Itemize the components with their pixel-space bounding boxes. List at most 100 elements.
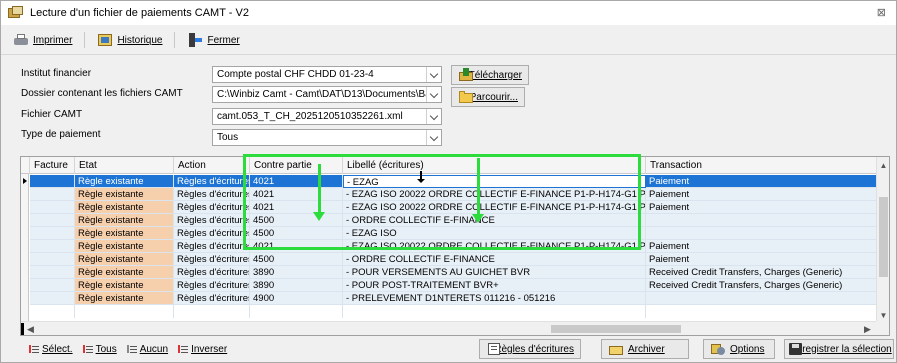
institution-select[interactable]: Compte postal CHF CHDD 01-23-4	[212, 66, 442, 83]
vertical-scroll-thumb[interactable]	[879, 197, 888, 277]
cell-transaction[interactable]: Paiement	[646, 240, 878, 253]
close-label: Fermer	[207, 34, 240, 46]
history-button[interactable]: Historique	[91, 31, 168, 49]
row-selector[interactable]	[22, 227, 28, 240]
row-selector[interactable]	[22, 214, 28, 227]
header-action[interactable]: Action	[174, 157, 250, 174]
cell-transaction[interactable]: Paiement	[646, 201, 878, 214]
save-selection-button[interactable]: Enregistrer la sélection	[784, 339, 894, 359]
table-row[interactable]: Règle existante Règles d'écritures 4500- O…	[21, 253, 878, 266]
scroll-left-icon[interactable]: ◀	[24, 322, 37, 335]
history-icon	[97, 33, 113, 47]
cell-libelle[interactable]: - ORDRE COLLECTIF E-FINANCE	[343, 253, 646, 266]
cell-action[interactable]: Règles d'écritures	[174, 253, 250, 266]
cell-facture[interactable]	[30, 292, 75, 305]
select-none-button[interactable]: Aucun	[126, 344, 168, 355]
cell-libelle[interactable]: - PRELEVEMENT D1NTERETS 011216 - 051216	[343, 292, 646, 305]
row-selector[interactable]	[22, 188, 28, 201]
cell-action[interactable]: Règles d'écritures	[174, 292, 250, 305]
cell-facture[interactable]	[30, 266, 75, 279]
cell-contre-partie[interactable]: 3890	[250, 266, 343, 279]
print-button[interactable]: Imprimer	[7, 31, 78, 49]
cell-transaction[interactable]: Received Credit Transfers, Charges (Gene…	[646, 266, 878, 279]
header-etat[interactable]: Etat	[75, 157, 174, 174]
cell-action[interactable]: Règles d'écritures	[174, 240, 250, 253]
cell-facture[interactable]	[30, 214, 75, 227]
row-selector[interactable]	[22, 292, 28, 305]
cell-action[interactable]: Règles d'écritures	[174, 214, 250, 227]
cell-facture[interactable]	[30, 240, 75, 253]
cell-action[interactable]: Règles d'écritures	[174, 201, 250, 214]
header-transaction[interactable]: Transaction	[646, 157, 878, 174]
chevron-down-icon[interactable]	[426, 130, 441, 145]
table-row[interactable]: Règle existante Règles d'écritures 3890- P…	[21, 279, 878, 292]
chevron-down-icon[interactable]	[426, 67, 441, 82]
file-select[interactable]: camt.053_T_CH_2025120510352261.xml	[212, 108, 442, 125]
cell-contre-partie[interactable]: 3890	[250, 279, 343, 292]
cell-transaction[interactable]: Paiement	[646, 175, 878, 188]
cell-facture[interactable]	[30, 253, 75, 266]
cell-action[interactable]: Règles d'écritures	[174, 227, 250, 240]
cell-facture[interactable]	[30, 188, 75, 201]
cell-facture[interactable]	[30, 227, 75, 240]
cell-facture[interactable]	[30, 201, 75, 214]
cell-facture[interactable]	[30, 175, 75, 188]
cell-action[interactable]: Règles d'écritures	[174, 266, 250, 279]
cell-transaction[interactable]	[646, 292, 878, 305]
close-button[interactable]: Fermer	[181, 31, 245, 49]
cell-etat[interactable]: Règle existante	[75, 201, 174, 214]
rules-button[interactable]: Règles d'écritures	[479, 339, 581, 359]
cell-etat[interactable]: Règle existante	[75, 175, 174, 188]
chevron-down-icon[interactable]	[426, 109, 441, 124]
row-selector[interactable]	[22, 253, 28, 266]
cell-contre-partie[interactable]: 4900	[250, 292, 343, 305]
cell-etat[interactable]: Règle existante	[75, 214, 174, 227]
cell-libelle[interactable]: - POUR VERSEMENTS AU GUICHET BVR	[343, 266, 646, 279]
payment-type-select[interactable]: Tous	[212, 129, 442, 146]
horizontal-scrollbar[interactable]: ◀ ▶	[21, 321, 878, 335]
cell-transaction[interactable]	[646, 227, 878, 240]
select-button[interactable]: Sélect.	[29, 344, 73, 355]
vertical-scrollbar[interactable]: ▲ ▼	[876, 157, 889, 322]
invert-button[interactable]: Inverser	[178, 344, 227, 355]
cell-action[interactable]: Règles d'écritures	[174, 175, 250, 188]
scroll-up-icon[interactable]: ▲	[877, 159, 889, 172]
cell-transaction[interactable]	[646, 214, 878, 227]
cell-contre-partie[interactable]: 4500	[250, 253, 343, 266]
row-selector[interactable]	[22, 201, 28, 214]
cell-libelle[interactable]: - POUR POST-TRAITEMENT BVR+	[343, 279, 646, 292]
table-row[interactable]: Règle existante Règles d'écritures 3890- P…	[21, 266, 878, 279]
folder-select[interactable]: C:\Winbiz Camt - Camt\DAT\D13\Documents\…	[212, 86, 442, 103]
cell-etat[interactable]: Règle existante	[75, 188, 174, 201]
payment-type-value: Tous	[217, 132, 239, 143]
cell-transaction[interactable]: Received Credit Transfers, Charges (Gene…	[646, 279, 878, 292]
cell-etat[interactable]: Règle existante	[75, 266, 174, 279]
cell-etat[interactable]: Règle existante	[75, 253, 174, 266]
cell-etat[interactable]: Règle existante	[75, 292, 174, 305]
row-selector[interactable]	[22, 240, 28, 253]
cell-etat[interactable]: Règle existante	[75, 240, 174, 253]
download-button[interactable]: Télécharger	[451, 65, 529, 85]
horizontal-scroll-thumb[interactable]	[551, 325, 681, 333]
cell-etat[interactable]: Règle existante	[75, 279, 174, 292]
chevron-down-icon[interactable]	[426, 87, 441, 102]
row-selector[interactable]	[22, 279, 28, 292]
select-all-button[interactable]: Tous	[82, 344, 117, 355]
scroll-right-icon[interactable]: ▶	[861, 322, 874, 335]
current-row-indicator-icon[interactable]	[22, 175, 28, 188]
cell-action[interactable]: Règles d'écritures	[174, 279, 250, 292]
close-window-icon[interactable]: ⊠	[877, 6, 886, 19]
browse-button[interactable]: Parcourir...	[451, 87, 525, 107]
options-button[interactable]: Options	[703, 339, 775, 359]
cell-action[interactable]: Règles d'écritures	[174, 188, 250, 201]
cell-transaction[interactable]: Paiement	[646, 188, 878, 201]
header-facture[interactable]: Facture	[30, 157, 75, 174]
row-selector[interactable]	[22, 266, 28, 279]
table-row[interactable]: Règle existante Règles d'écritures 4900- P…	[21, 292, 878, 305]
cell-facture[interactable]	[30, 279, 75, 292]
cell-etat[interactable]: Règle existante	[75, 227, 174, 240]
cell-transaction[interactable]: Paiement	[646, 253, 878, 266]
app-icon	[8, 6, 24, 20]
archive-button[interactable]: Archiver	[601, 339, 689, 359]
file-value: camt.053_T_CH_2025120510352261.xml	[217, 111, 403, 122]
